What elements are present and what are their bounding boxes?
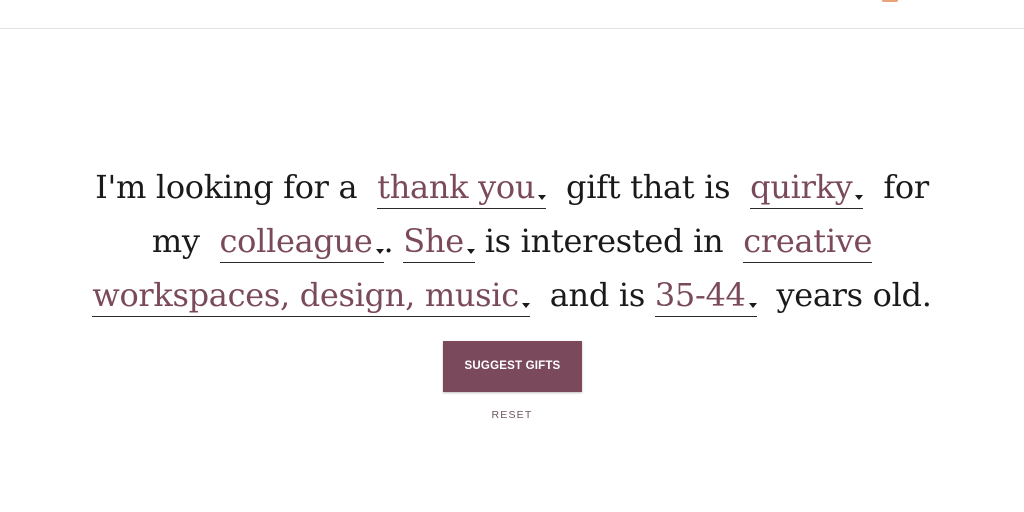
sentence-line-3: workspaces, design, music and is 35-44 y… <box>0 268 1024 322</box>
sentence-text: . <box>383 222 394 260</box>
interests-select-part-2[interactable]: workspaces, design, music <box>92 276 530 317</box>
caret-down-icon <box>466 249 475 254</box>
occasion-select[interactable]: thank you <box>377 168 547 209</box>
sentence-line-2: my colleague. She is interested in creat… <box>0 214 1024 268</box>
age-select[interactable]: 35-44 <box>654 276 757 317</box>
reset-link[interactable]: RESET <box>462 409 562 421</box>
sentence-text: is interested in <box>484 222 724 260</box>
sentence-line-1: I'm looking for a thank you gift that is… <box>0 160 1024 214</box>
sentence-text: years old. <box>776 276 932 314</box>
age-value: 35-44 <box>654 276 746 314</box>
sentence-text: and is <box>549 276 646 314</box>
sentence-text: for <box>883 168 929 206</box>
sentence-text: my <box>151 222 200 260</box>
relation-select[interactable]: colleague <box>219 222 384 263</box>
style-select[interactable]: quirky <box>750 168 864 209</box>
caret-down-icon <box>538 195 547 200</box>
occasion-value: thank you <box>377 168 536 206</box>
interests-value: workspaces, design, music <box>92 276 519 314</box>
pronoun-value: She <box>403 222 464 260</box>
style-value: quirky <box>750 168 853 206</box>
bag-icon[interactable] <box>882 0 898 2</box>
pronoun-select[interactable]: She <box>403 222 475 263</box>
caret-down-icon <box>375 249 384 254</box>
sentence-text: gift that is <box>566 168 731 206</box>
relation-value: colleague <box>219 222 373 260</box>
gift-finder-sentence: I'm looking for a thank you gift that is… <box>0 160 1024 322</box>
caret-down-icon <box>521 303 530 308</box>
top-bar <box>0 0 1024 29</box>
caret-down-icon <box>748 303 757 308</box>
sentence-text: I'm looking for a <box>95 168 358 206</box>
interests-value: creative <box>743 222 873 260</box>
suggest-gifts-button[interactable]: SUGGEST GIFTS <box>443 341 582 392</box>
interests-select-part-1[interactable]: creative <box>743 222 872 263</box>
caret-down-icon <box>855 195 864 200</box>
